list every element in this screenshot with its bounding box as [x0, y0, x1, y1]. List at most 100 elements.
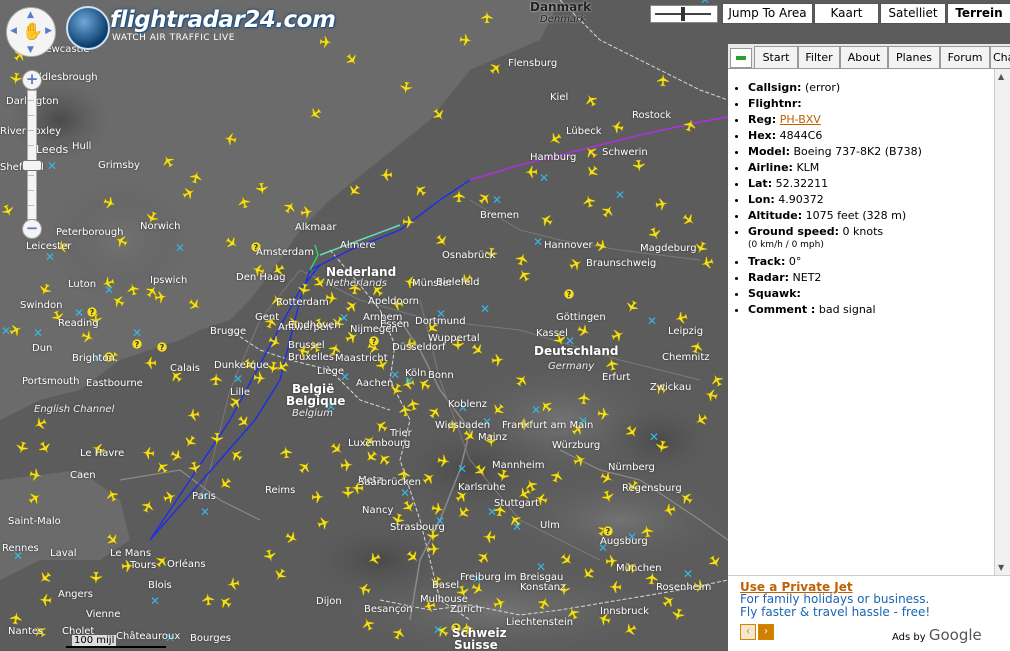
- map-type-terrein-button[interactable]: Terrein: [947, 3, 1010, 24]
- aircraft-icon[interactable]: [311, 490, 325, 504]
- aircraft-icon[interactable]: [279, 445, 293, 459]
- aircraft-icon[interactable]: [580, 566, 597, 583]
- zoom-out-button[interactable]: −: [22, 219, 42, 239]
- aircraft-icon[interactable]: [182, 434, 199, 451]
- aircraft-icon[interactable]: [576, 323, 592, 339]
- aircraft-icon[interactable]: [300, 205, 314, 219]
- aircraft-icon[interactable]: [402, 215, 416, 229]
- radar-station-icon[interactable]: ✕: [533, 235, 543, 249]
- aircraft-icon[interactable]: [154, 459, 171, 476]
- aircraft-icon[interactable]: [228, 447, 245, 464]
- aircraft-icon[interactable]: [282, 199, 299, 216]
- aircraft-icon[interactable]: [584, 164, 601, 181]
- aircraft-icon[interactable]: [656, 73, 670, 87]
- aircraft-icon[interactable]: [699, 255, 714, 270]
- aircraft-icon[interactable]: [267, 334, 283, 350]
- aircraft-icon[interactable]: [488, 60, 505, 77]
- aircraft-icon[interactable]: [89, 571, 103, 585]
- aircraft-icon[interactable]: [237, 195, 252, 210]
- radar-station-icon[interactable]: ✕: [683, 567, 693, 581]
- aircraft-icon[interactable]: [655, 197, 669, 211]
- pan-up-icon[interactable]: ▲: [27, 10, 34, 20]
- aircraft-icon[interactable]: [140, 498, 156, 514]
- jump-to-area-button[interactable]: Jump To Area: [722, 3, 813, 24]
- aircraft-icon[interactable]: [421, 470, 438, 487]
- aircraft-icon[interactable]: [682, 117, 697, 132]
- aircraft-icon[interactable]: [516, 267, 532, 283]
- aircraft-icon[interactable]: [681, 212, 698, 229]
- aircraft-icon[interactable]: [632, 159, 646, 173]
- aircraft-icon[interactable]: [455, 505, 472, 522]
- aircraft-icon[interactable]: [154, 290, 168, 304]
- aircraft-icon[interactable]: [160, 153, 176, 169]
- aircraft-icon[interactable]: [169, 448, 185, 464]
- aircraft-icon[interactable]: [346, 183, 363, 200]
- radar-station-icon[interactable]: ✕: [649, 430, 659, 444]
- aircraft-icon[interactable]: [9, 72, 23, 86]
- aircraft-icon[interactable]: [217, 476, 234, 493]
- aircraft-icon[interactable]: [284, 530, 300, 546]
- aircraft-icon[interactable]: [316, 515, 331, 530]
- aircraft-icon[interactable]: [473, 463, 490, 480]
- aircraft-icon[interactable]: [201, 592, 215, 606]
- aircraft-icon[interactable]: [38, 593, 52, 607]
- aircraft-icon[interactable]: [9, 611, 23, 625]
- zoom-slider-track[interactable]: [27, 90, 37, 220]
- aircraft-icon[interactable]: [102, 195, 117, 210]
- aircraft-icon[interactable]: [671, 608, 686, 623]
- collapse-panel-button[interactable]: [730, 48, 752, 68]
- scroll-up-icon[interactable]: ▲: [998, 72, 1004, 81]
- aircraft-icon[interactable]: [224, 235, 241, 252]
- aircraft-icon[interactable]: [209, 372, 223, 386]
- pan-down-icon[interactable]: ▼: [27, 45, 34, 55]
- radar-station-icon[interactable]: ✕: [104, 283, 114, 297]
- aircraft-icon[interactable]: [624, 424, 641, 441]
- aircraft-icon[interactable]: [601, 490, 616, 505]
- aircraft-icon[interactable]: [373, 418, 390, 435]
- aircraft-icon[interactable]: [181, 185, 197, 201]
- opacity-slider-knob[interactable]: [681, 7, 685, 21]
- tab-forum[interactable]: Forum: [940, 46, 990, 68]
- aircraft-icon[interactable]: [341, 486, 355, 500]
- pan-right-icon[interactable]: ▶: [45, 26, 52, 36]
- aircraft-icon[interactable]: [189, 170, 204, 185]
- radar-station-icon[interactable]: ✕: [200, 505, 210, 519]
- aircraft-icon[interactable]: [356, 581, 372, 596]
- tab-start[interactable]: Start: [754, 46, 798, 68]
- radar-station-icon[interactable]: ✕: [512, 520, 522, 534]
- aircraft-icon[interactable]: [226, 577, 240, 591]
- aircraft-icon[interactable]: [329, 441, 346, 458]
- aircraft-icon[interactable]: [405, 549, 422, 566]
- tab-filter[interactable]: Filter: [798, 46, 840, 68]
- hand-icon[interactable]: ✋: [22, 22, 43, 42]
- radar-station-icon[interactable]: ✕: [539, 171, 549, 185]
- radar-station-icon[interactable]: ✕: [492, 193, 502, 207]
- aircraft-icon[interactable]: [210, 432, 224, 446]
- aircraft-icon[interactable]: [319, 35, 333, 49]
- aircraft-icon[interactable]: [27, 490, 44, 507]
- aircraft-icon[interactable]: [188, 461, 203, 476]
- aircraft-icon[interactable]: [255, 182, 269, 196]
- aircraft-icon[interactable]: [379, 168, 393, 182]
- pan-left-icon[interactable]: ◀: [10, 26, 17, 36]
- aircraft-icon[interactable]: [707, 554, 724, 571]
- aircraft-icon[interactable]: [412, 182, 429, 199]
- zoom-slider-thumb[interactable]: [22, 160, 42, 171]
- aircraft-icon[interactable]: [37, 440, 53, 456]
- aircraft-icon[interactable]: [704, 388, 719, 403]
- aircraft-icon[interactable]: [536, 595, 552, 611]
- radar-station-icon[interactable]: ✕: [150, 594, 160, 608]
- aircraft-icon[interactable]: [15, 441, 30, 456]
- aircraft-icon[interactable]: [427, 542, 441, 556]
- aircraft-icon[interactable]: [594, 238, 610, 254]
- radar-station-icon[interactable]: ✕: [45, 250, 55, 264]
- aircraft-icon[interactable]: [647, 226, 663, 242]
- aircraft-icon[interactable]: [80, 329, 96, 345]
- aircraft-icon[interactable]: [105, 532, 122, 549]
- aircraft-icon[interactable]: [217, 594, 234, 611]
- aircraft-icon[interactable]: [523, 477, 539, 493]
- tab-planes[interactable]: Planes: [888, 46, 940, 68]
- aircraft-icon[interactable]: [674, 311, 689, 326]
- radar-station-icon[interactable]: ✕: [480, 302, 490, 316]
- aircraft-icon[interactable]: [340, 458, 354, 472]
